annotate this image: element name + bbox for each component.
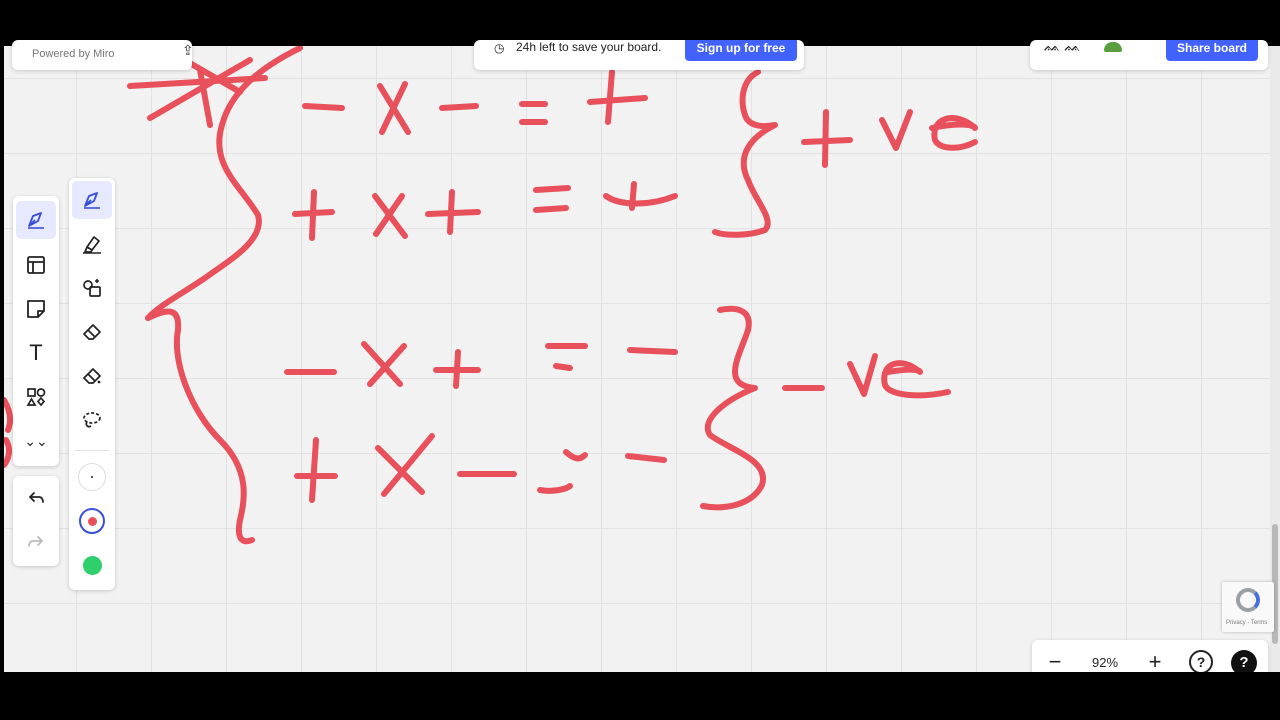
ink-stroke	[4, 397, 14, 433]
timer-message: 24h left to save your board.	[516, 40, 662, 54]
whiteboard-canvas[interactable]	[4, 46, 1270, 672]
frame-icon[interactable]	[16, 246, 56, 284]
text-icon[interactable]: T	[16, 334, 56, 372]
ink-stroke	[537, 483, 573, 494]
color-swatch-red[interactable]	[72, 502, 112, 540]
sticky-note-icon[interactable]	[16, 290, 56, 328]
ink-stroke	[929, 115, 978, 151]
ink-stroke	[587, 95, 648, 105]
ink-stroke	[447, 189, 455, 235]
ink-stroke	[4, 437, 13, 468]
ink-stroke	[627, 347, 678, 355]
ink-stroke	[881, 360, 951, 399]
ink-stroke	[361, 341, 403, 387]
top-right-bar: ᨐ ᨐ Share board	[1030, 36, 1268, 70]
ink-stroke	[309, 189, 317, 241]
zoom-level[interactable]: 92%	[1088, 655, 1122, 670]
video-letterbox-bottom	[0, 672, 1280, 720]
toolbar-divider	[75, 450, 109, 451]
redo-icon[interactable]	[16, 524, 56, 562]
video-letterbox-top-overlay	[0, 0, 1280, 40]
powered-by-panel: Powered by Miro ⇪	[12, 40, 194, 70]
ink-stroke	[439, 103, 479, 111]
ink-stroke	[625, 453, 667, 463]
ink-stroke	[563, 449, 588, 462]
ink-stroke	[145, 308, 255, 545]
zoom-out-button[interactable]: −	[1043, 649, 1067, 674]
ink-stroke	[197, 67, 213, 128]
recaptcha-icon	[1236, 588, 1260, 612]
eraser-icon[interactable]	[72, 313, 112, 351]
ink-stroke	[629, 181, 637, 211]
highlighter-icon[interactable]	[72, 225, 112, 263]
zoom-in-button[interactable]: +	[1143, 649, 1167, 674]
pen-icon[interactable]	[16, 201, 56, 239]
recaptcha-terms[interactable]: Privacy - Terms	[1226, 620, 1267, 626]
vertical-scrollbar[interactable]	[1270, 46, 1280, 672]
recaptcha-badge[interactable]: Privacy - Terms	[1222, 582, 1274, 632]
ink-stroke	[145, 46, 303, 321]
export-icon[interactable]: ⇪	[182, 42, 194, 59]
powered-by-text: Powered by Miro	[32, 48, 115, 60]
ink-stroke	[453, 349, 461, 389]
ink-stroke	[605, 69, 615, 125]
clock-icon: ◷	[494, 41, 505, 55]
color-swatch-green[interactable]	[72, 546, 112, 584]
user-avatar[interactable]	[1104, 42, 1122, 52]
ink-stroke	[309, 437, 319, 503]
lasso-icon[interactable]	[72, 401, 112, 439]
ink-stroke	[879, 109, 913, 151]
undo-redo-toolbar	[13, 476, 59, 566]
ink-stroke	[533, 185, 571, 193]
reactions-icon[interactable]: ᨐ ᨐ	[1044, 38, 1081, 55]
main-toolbar: T ⌄⌄	[13, 196, 59, 466]
handwritten-drawing	[4, 46, 978, 545]
pen-icon[interactable]	[72, 181, 112, 219]
object-eraser-icon[interactable]	[72, 357, 112, 395]
ink-stroke	[533, 205, 569, 213]
ink-stroke	[712, 69, 778, 238]
ink-stroke	[302, 103, 345, 111]
ink-stroke	[822, 109, 829, 168]
shapes-icon[interactable]	[16, 378, 56, 416]
chevron-down-icon[interactable]: ⌄⌄	[16, 422, 56, 460]
undo-icon[interactable]	[16, 480, 56, 518]
help-icon[interactable]: ?	[1189, 650, 1213, 674]
pen-toolbar	[69, 178, 115, 590]
ink-stroke	[847, 353, 878, 397]
smart-draw-icon[interactable]	[72, 269, 112, 307]
ink-stroke	[553, 363, 573, 371]
stroke-size-thin[interactable]	[72, 458, 112, 496]
ink-stroke	[603, 193, 678, 207]
ink-stroke	[700, 305, 766, 511]
save-board-banner: ◷ 24h left to save your board. Sign up f…	[474, 36, 804, 70]
